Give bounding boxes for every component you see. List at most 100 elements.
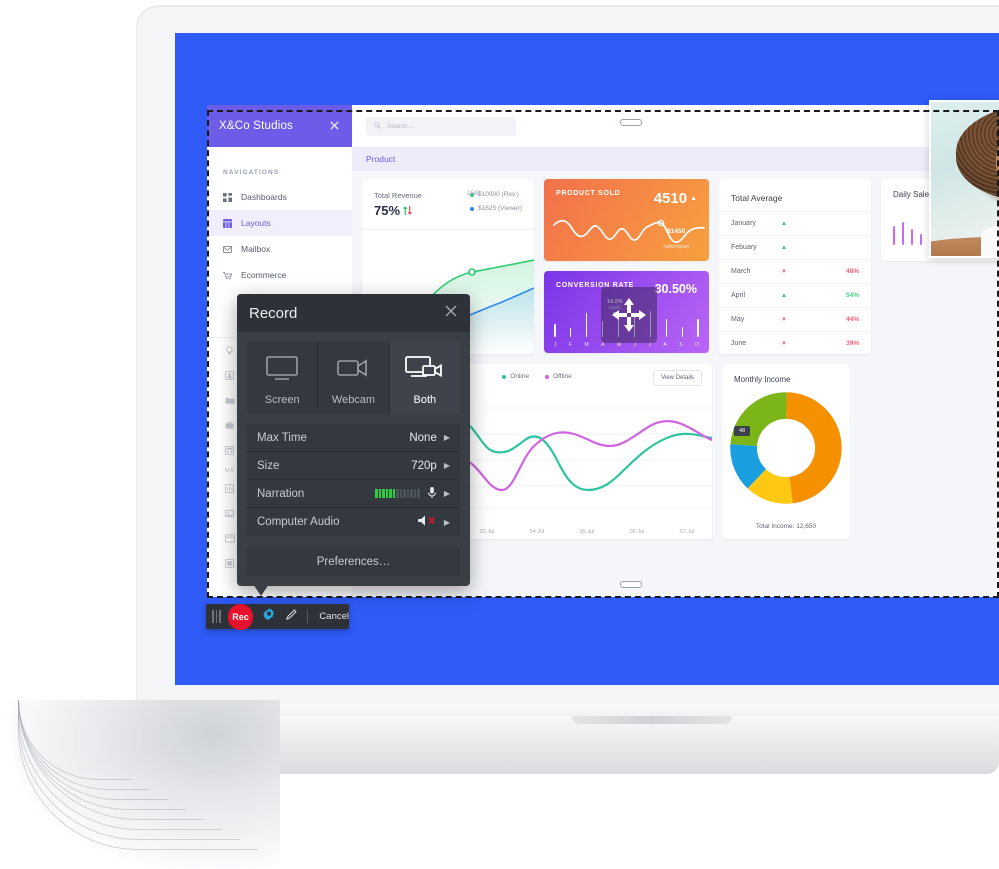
sidebar-item-label: Dashboards <box>241 192 287 202</box>
axis-tick: 06 Jul <box>629 529 645 535</box>
revenue-title: Total Revenue <box>374 191 422 200</box>
grid-icon <box>223 192 232 202</box>
cards-column-middle: PRODUCT SOLD 4510 ▲ $1450 (10/07/2018) C… <box>544 179 709 354</box>
table-row: May ▼ 44% <box>719 307 871 331</box>
legend-dot <box>502 374 507 379</box>
arrow-up-icon: ▲ <box>781 292 787 299</box>
sidebar-brand-bar: X&Co Studios <box>207 105 352 147</box>
product-sold-title: PRODUCT SOLD <box>556 190 621 197</box>
monthly-income-total: Total Income: 12,650 <box>755 523 817 530</box>
move-handle[interactable] <box>601 287 657 343</box>
card-conversion-rate: CONVERSION RATE 30.50% 14.2% (April) J F… <box>544 271 709 353</box>
product-sold-note: $1450 (10/07/2018) <box>663 228 689 249</box>
axis-tick: 07 Jul <box>679 529 695 535</box>
option-value: None <box>409 431 437 444</box>
trend-arrows-icon <box>403 206 412 215</box>
sidebar-item-ecommerce[interactable]: Ecommerce <box>207 262 352 288</box>
percent-value: 48% <box>845 268 859 275</box>
record-panel[interactable]: Record Screen Webcam Both Max Time None … <box>237 294 470 586</box>
cart-icon <box>223 271 232 280</box>
sidebar-collapse-icon[interactable] <box>329 118 340 134</box>
monthly-income-title: Monthly Income <box>734 375 791 384</box>
legend-label: Offline <box>553 373 572 380</box>
preferences-button[interactable]: Preferences… <box>247 548 460 576</box>
gear-icon[interactable] <box>262 607 276 626</box>
screenshot-root: X&Co Studios NAVIGATIONS Dashboards Layo… <box>0 0 999 869</box>
axis-tick: 03 Jul <box>479 529 495 535</box>
sidebar-item-layouts[interactable]: Layouts <box>207 210 352 236</box>
arrow-down-icon: ▼ <box>781 268 787 275</box>
camera-icon <box>337 359 368 377</box>
sidebar-item-label: Layouts <box>241 218 271 228</box>
drag-handle[interactable] <box>212 610 221 623</box>
chevron-right-icon: ▶ <box>443 433 450 442</box>
table-row: March ▼ 48% <box>719 259 871 283</box>
total-average-title: Total Average <box>731 193 783 203</box>
sidebar-item-label: Ecommerce <box>241 270 287 280</box>
layout-icon <box>223 218 232 228</box>
search-input[interactable]: Search... <box>366 116 516 136</box>
cancel-button[interactable]: Cancel <box>319 611 349 622</box>
arrow-up-icon: ▲ <box>781 244 787 251</box>
month-label: June <box>731 340 747 347</box>
record-mode-screen[interactable]: Screen <box>247 342 319 414</box>
card-monthly-income: Monthly Income 48 Total Income: 12,650 <box>722 364 850 539</box>
close-icon[interactable] <box>444 304 458 322</box>
option-value: 720p <box>411 459 437 472</box>
selection-handle-top[interactable] <box>620 119 642 126</box>
nav-section-title: NAVIGATIONS <box>223 169 280 176</box>
sidebar-item-mailbox[interactable]: Mailbox <box>207 236 352 262</box>
pencil-icon[interactable] <box>285 608 298 626</box>
record-options-list: Max Time None ▶ Size 720p ▶ Narration ▶ … <box>247 424 460 536</box>
monthly-income-donut <box>730 392 842 504</box>
option-label: Max Time <box>257 431 307 444</box>
record-mode-label: Webcam <box>331 394 376 406</box>
toolbar-divider <box>307 610 309 623</box>
legend-label: Online <box>510 373 530 380</box>
axis-tick: 04 Jul <box>529 529 545 535</box>
record-mode-selector: Screen Webcam Both <box>247 342 460 414</box>
record-button[interactable]: Rec <box>227 603 254 630</box>
speaker-muted-icon[interactable] <box>417 514 437 530</box>
option-size[interactable]: Size 720p ▶ <box>247 452 460 480</box>
table-row: April ▲ 54% <box>719 283 871 307</box>
option-computer-audio[interactable]: Computer Audio ▶ <box>247 508 460 536</box>
percent-value: 44% <box>845 316 859 323</box>
record-panel-title: Record <box>249 304 298 322</box>
record-panel-header: Record <box>237 294 470 332</box>
option-narration[interactable]: Narration ▶ <box>247 480 460 508</box>
chevron-right-icon: ▶ <box>443 489 450 498</box>
monitor-icon <box>266 356 298 380</box>
table-row: January ▲ <box>719 211 871 235</box>
trend-up-icon: ▲ <box>690 195 697 202</box>
month-label: April <box>731 292 746 299</box>
record-mode-webcam[interactable]: Webcam <box>318 342 390 414</box>
arrow-down-icon: ▼ <box>781 316 787 323</box>
mail-icon <box>223 245 232 254</box>
search-icon <box>374 121 381 131</box>
breadcrumb: Product <box>352 147 999 171</box>
product-sold-value: 4510 ▲ <box>653 190 697 207</box>
legend-dot <box>470 206 475 211</box>
option-max-time[interactable]: Max Time None ▶ <box>247 424 460 452</box>
sidebar-item-label: Mailbox <box>241 244 271 254</box>
revenue-tooltip: 1540 <box>467 191 481 197</box>
view-details-button[interactable]: View Details <box>653 370 702 386</box>
card-total-average: Total Average January ▲ Febuary ▲ March … <box>719 179 871 354</box>
record-mode-both[interactable]: Both <box>389 342 460 414</box>
donut-tooltip: 48 <box>734 426 751 436</box>
move-arrows-icon <box>612 298 646 332</box>
microphone-icon[interactable] <box>427 486 437 502</box>
sidebar-item-dashboards[interactable]: Dashboards <box>207 184 352 210</box>
record-toolbar[interactable]: Rec Cancel <box>206 603 349 630</box>
arrow-up-icon: ▲ <box>781 220 787 227</box>
option-label: Narration <box>257 487 305 500</box>
selection-handle-bottom[interactable] <box>620 581 642 588</box>
month-label: January <box>731 220 756 227</box>
laptop-notch <box>572 716 732 724</box>
record-panel-pointer <box>253 584 269 596</box>
table-row: June ▼ 39% <box>719 331 871 354</box>
option-label: Size <box>257 459 280 472</box>
table-row: Febuary ▲ <box>719 235 871 259</box>
webcam-preview[interactable] <box>929 100 999 258</box>
